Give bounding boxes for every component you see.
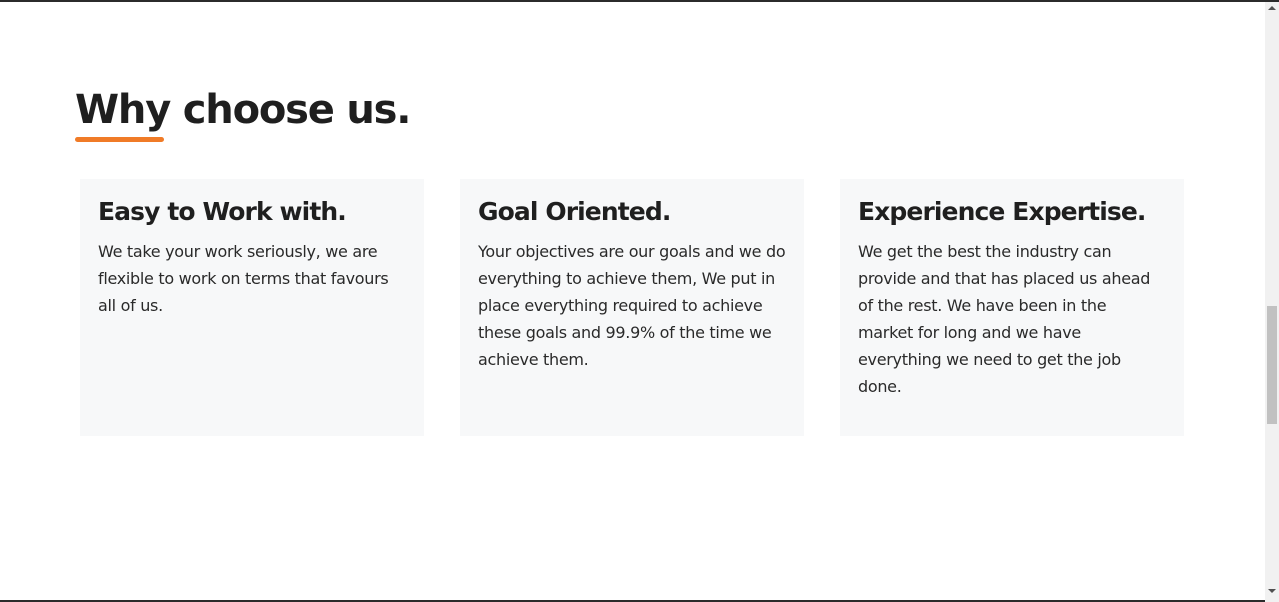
scroll-up-arrow-icon[interactable] [1268, 6, 1276, 10]
feature-card-easy-to-work-with: Easy to Work with. We take your work ser… [80, 179, 424, 436]
why-choose-us-section: Why choose us. Easy to Work with. We tak… [0, 2, 1265, 600]
title-underline-accent [75, 137, 164, 142]
section-title: Why choose us. [75, 87, 411, 133]
feature-card-description: We get the best the industry can provide… [858, 242, 1151, 396]
vertical-scrollbar[interactable] [1265, 2, 1279, 602]
feature-card-experience-expertise: Experience Expertise. We get the best th… [840, 179, 1184, 436]
scrollbar-thumb[interactable] [1267, 306, 1277, 424]
scroll-down-arrow-icon[interactable] [1268, 589, 1276, 593]
feature-card-description: We take your work seriously, we are flex… [98, 242, 389, 315]
feature-card-title: Experience Expertise. [858, 197, 1146, 226]
feature-card-title: Easy to Work with. [98, 197, 347, 226]
feature-card-description: Your objectives are our goals and we do … [478, 242, 786, 369]
feature-card-title: Goal Oriented. [478, 197, 671, 226]
feature-card-goal-oriented: Goal Oriented. Your objectives are our g… [460, 179, 804, 436]
